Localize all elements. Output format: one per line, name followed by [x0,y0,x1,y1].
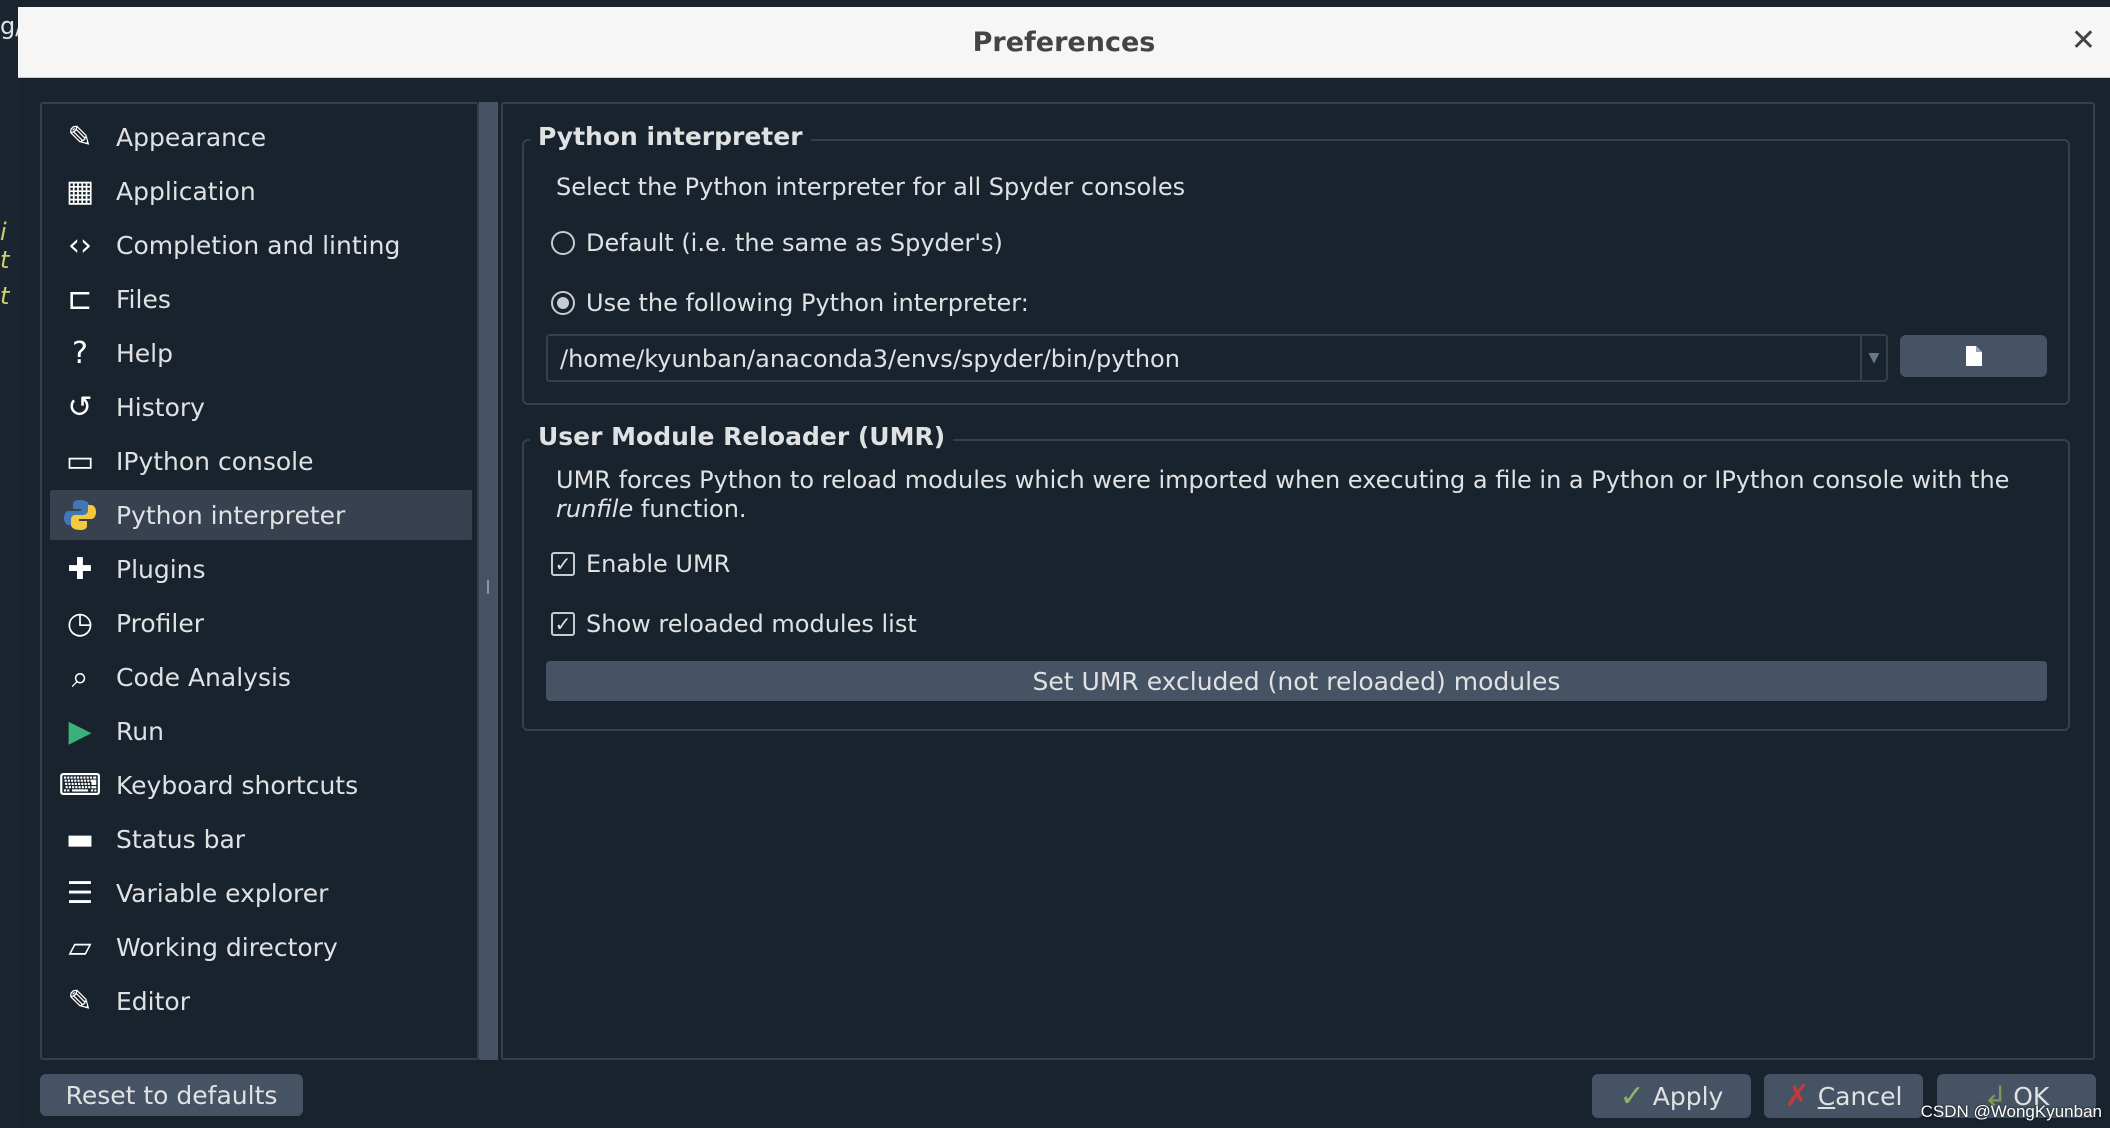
sidebar-item-appearance[interactable]: ✎ Appearance [50,112,472,162]
terminal-icon: ▭ [65,443,95,479]
sidebar-item-label: Completion and linting [116,230,401,260]
background-text: i t [0,218,10,274]
sidebar: ✎ Appearance ▦ Application ‹› Completion and … [40,102,479,1060]
sidebar-item-label: Editor [116,986,190,1016]
splitter-handle[interactable] [479,102,498,1060]
file-tree-icon: ⊏ [67,281,93,317]
umr-description-2: runfile function. [556,495,747,523]
browse-button[interactable] [1900,335,2047,377]
layout-icon: ▦ [65,173,95,209]
keyboard-icon: ⌨ [58,767,102,803]
sidebar-item-label: Help [116,338,173,368]
sidebar-item-plugins[interactable]: ✚ Plugins [50,544,472,594]
close-icon[interactable]: ✕ [2071,23,2096,58]
enable-umr-label[interactable]: Enable UMR [586,550,730,578]
sidebar-item-label: Plugins [116,554,206,584]
sidebar-item-label: Appearance [116,122,267,152]
sidebar-item-python-interpreter[interactable]: Python interpreter [50,490,472,540]
sidebar-item-working-directory[interactable]: ▱ Working directory [50,922,472,972]
runfile-text: runfile [556,495,634,523]
stopwatch-icon: ◷ [66,605,94,641]
show-modules-checkbox[interactable]: ✓ [551,612,575,636]
cancel-label: ancel [1835,1081,1903,1111]
magnify-check-icon: ⌕ [71,659,89,695]
title-bar: Preferences ✕ [18,7,2110,78]
cancel-button[interactable]: ✗ Cancel [1764,1074,1923,1118]
sidebar-item-label: Profiler [116,608,205,638]
table-icon: ☰ [66,875,94,911]
default-radio[interactable] [551,231,575,255]
sidebar-item-label: Run [116,716,164,746]
sidebar-item-history[interactable]: ↺ History [50,382,472,432]
sidebar-item-completion-and-linting[interactable]: ‹› Completion and linting [50,220,472,270]
code-check-icon: ‹› [68,227,92,263]
default-radio-label[interactable]: Default (i.e. the same as Spyder's) [586,229,1003,257]
apply-label: Apply [1652,1081,1724,1111]
check-icon: ✓ [1619,1078,1645,1114]
umr-description-tail: function. [633,495,747,523]
sidebar-item-code-analysis[interactable]: ⌕ Code Analysis [50,652,472,702]
sidebar-item-label: Status bar [116,824,246,854]
custom-radio[interactable] [551,291,575,315]
help-circle-icon: ? [72,335,88,371]
sidebar-item-keyboard-shortcuts[interactable]: ⌨ Keyboard shortcuts [50,760,472,810]
sidebar-item-label: Code Analysis [116,662,291,692]
sidebar-item-application[interactable]: ▦ Application [50,166,472,216]
puzzle-icon: ✚ [67,551,93,587]
sidebar-item-label: IPython console [116,446,314,476]
reset-defaults-button[interactable]: Reset to defaults [40,1074,303,1116]
play-icon: ▶ [68,713,92,749]
chevron-down-icon[interactable]: ▼ [1860,336,1886,380]
eyedropper-icon: ✎ [67,119,93,155]
show-modules-label[interactable]: Show reloaded modules list [586,610,917,638]
umr-description: UMR forces Python to reload modules whic… [556,466,2010,494]
sidebar-item-label: Application [116,176,256,206]
interpreter-path-combo[interactable]: /home/kyunban/anaconda3/envs/spyder/bin/… [546,334,1888,382]
umr-excluded-button[interactable]: Set UMR excluded (not reloaded) modules [546,661,2047,701]
watermark: CSDN @WongKyunban [1920,1102,2102,1121]
sidebar-item-variable-explorer[interactable]: ☰ Variable explorer [50,868,472,918]
custom-radio-label[interactable]: Use the following Python interpreter: [586,289,1029,317]
sidebar-item-files[interactable]: ⊏ Files [50,274,472,324]
sidebar-item-ipython-console[interactable]: ▭ IPython console [50,436,472,486]
python-icon [60,498,100,532]
background-editor: g/ i t t [0,0,23,1128]
status-bar-icon: ▬ [65,821,95,857]
history-icon: ↺ [67,389,93,425]
sidebar-item-label: Keyboard shortcuts [116,770,359,800]
cancel-mnemonic: C [1817,1081,1836,1111]
sidebar-item-run[interactable]: ▶ Run [50,706,472,756]
sidebar-item-help[interactable]: ? Help [50,328,472,378]
sidebar-item-status-bar[interactable]: ▬ Status bar [50,814,472,864]
interpreter-group-title: Python interpreter [530,122,811,151]
folder-open-icon: ▱ [68,929,92,965]
sidebar-item-editor[interactable]: ✎ Editor [50,976,472,1026]
file-icon [1965,346,1982,366]
interpreter-path[interactable]: /home/kyunban/anaconda3/envs/spyder/bin/… [560,345,1180,373]
sidebar-item-profiler[interactable]: ◷ Profiler [50,598,472,648]
sidebar-item-label: Python interpreter [116,500,346,530]
x-icon: ✗ [1784,1078,1810,1114]
enable-umr-checkbox[interactable]: ✓ [551,552,575,576]
dialog-title: Preferences [972,27,1156,58]
sidebar-item-label: Variable explorer [116,878,329,908]
apply-button[interactable]: ✓ Apply [1592,1074,1751,1118]
preferences-dialog: Preferences ✕ ✎ Appearance ▦ Application ‹› C… [18,7,2110,1128]
background-text: t [0,282,10,310]
umr-group-title: User Module Reloader (UMR) [530,422,954,451]
interpreter-description: Select the Python interpreter for all Sp… [556,173,1186,201]
sidebar-item-label: History [116,392,205,422]
sidebar-item-label: Working directory [116,932,338,962]
sidebar-item-label: Files [116,284,171,314]
pencil-icon: ✎ [67,983,93,1019]
